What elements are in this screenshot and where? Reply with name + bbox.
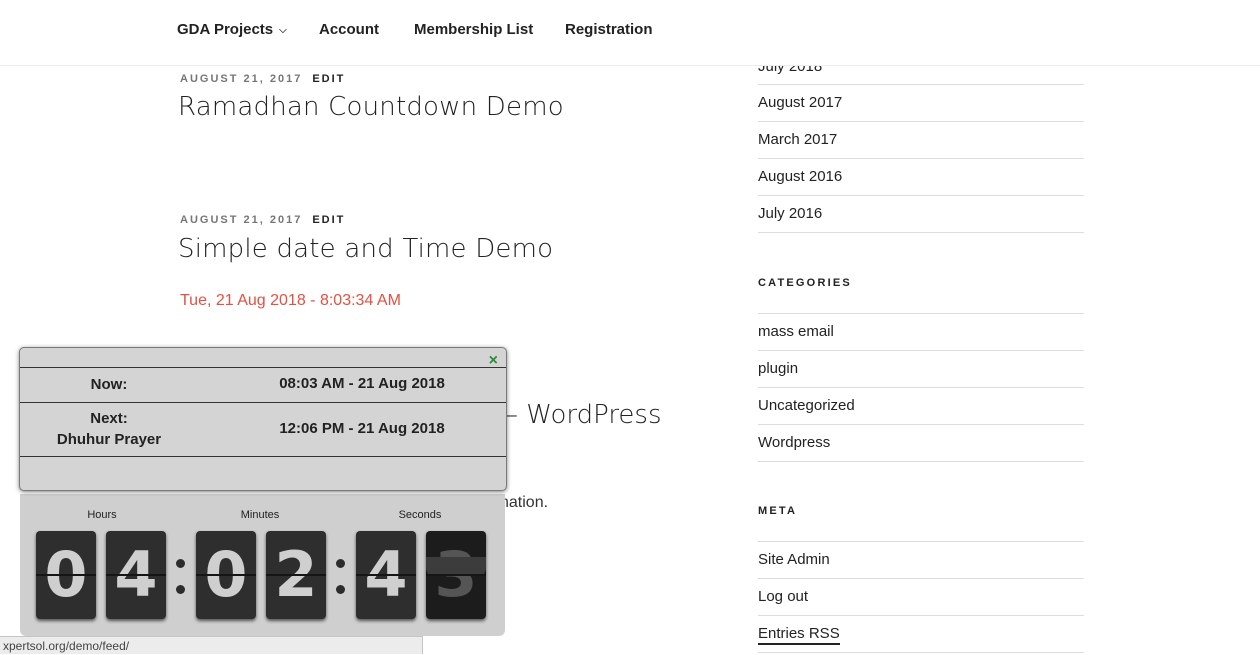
category-item[interactable]: Wordpress bbox=[758, 425, 1084, 462]
entries-rss-label: Entries RSS bbox=[758, 625, 840, 645]
flip-countdown: Hours Minutes Seconds 0 4 0 2 4 3 bbox=[20, 494, 505, 636]
category-item[interactable]: plugin bbox=[758, 351, 1084, 388]
now-row: Now: 08:03 AM - 21 Aug 2018 bbox=[20, 367, 506, 402]
categories-list: mass email plugin Uncategorized Wordpres… bbox=[758, 313, 1084, 462]
minutes-label: Minutes bbox=[240, 509, 280, 521]
next-label-text: Next: bbox=[90, 410, 128, 427]
category-item[interactable]: mass email bbox=[758, 314, 1084, 351]
colon-dot bbox=[176, 559, 185, 568]
minutes-ones-digit: 2 bbox=[266, 531, 326, 619]
chevron-down-icon: ⌵ bbox=[279, 25, 287, 36]
now-value: 08:03 AM - 21 Aug 2018 bbox=[279, 375, 445, 392]
archive-item[interactable]: July 2016 bbox=[758, 196, 1084, 233]
site-admin-link[interactable]: Site Admin bbox=[758, 542, 1084, 579]
next-row: Next: Dhuhur Prayer 12:06 PM - 21 Aug 20… bbox=[20, 402, 506, 457]
post-excerpt-partial: nation. bbox=[500, 494, 549, 511]
post-meta: AUGUST 21, 2017 EDIT bbox=[180, 214, 345, 226]
seconds-label: Seconds bbox=[398, 509, 442, 521]
colon-dot bbox=[336, 585, 345, 594]
flip-flap bbox=[426, 557, 486, 575]
post-title[interactable]: Simple date and Time Demo bbox=[178, 234, 553, 264]
now-label: Now: bbox=[90, 376, 128, 393]
colon-dot bbox=[176, 585, 185, 594]
nav-item-label: GDA Projects bbox=[177, 21, 274, 38]
minutes-tens-digit: 0 bbox=[196, 531, 256, 619]
nav-account[interactable]: Account bbox=[319, 21, 379, 38]
post-date[interactable]: AUGUST 21, 2017 bbox=[180, 214, 302, 226]
colon-dot bbox=[336, 559, 345, 568]
prayer-times-popup: × Now: 08:03 AM - 21 Aug 2018 Next: Dhuh… bbox=[19, 347, 507, 491]
post-meta: AUGUST 21, 2017 EDIT bbox=[180, 73, 345, 85]
empty-row bbox=[20, 456, 506, 490]
hours-tens-digit: 0 bbox=[36, 531, 96, 619]
hours-label: Hours bbox=[87, 509, 117, 521]
next-prayer-name: Dhuhur Prayer bbox=[56, 431, 162, 448]
meta-list: Site Admin Log out Entries RSS bbox=[758, 541, 1084, 653]
archives-list: July 2018 August 2017 March 2017 August … bbox=[758, 49, 1084, 233]
log-out-link[interactable]: Log out bbox=[758, 579, 1084, 616]
top-navigation: GDA Projects ⌵ Account Membership List Re… bbox=[0, 0, 1260, 66]
seconds-ones-value: 3 bbox=[434, 538, 478, 611]
current-datetime: Tue, 21 Aug 2018 - 8:03:34 AM bbox=[180, 292, 401, 309]
post-title[interactable]: Ramadhan Countdown Demo bbox=[178, 92, 564, 122]
entries-rss-link[interactable]: Entries RSS bbox=[758, 616, 1084, 653]
archive-item[interactable]: March 2017 bbox=[758, 122, 1084, 159]
post-title-partial[interactable]: – WordPress bbox=[505, 400, 662, 430]
status-bar-url: xpertsol.org/demo/feed/ bbox=[0, 636, 423, 654]
post-date[interactable]: AUGUST 21, 2017 bbox=[180, 73, 302, 85]
next-label: Next: Dhuhur Prayer bbox=[20, 408, 198, 450]
next-value: 12:06 PM - 21 Aug 2018 bbox=[279, 420, 445, 437]
archive-item[interactable]: August 2016 bbox=[758, 159, 1084, 196]
nav-membership-list[interactable]: Membership List bbox=[414, 21, 533, 38]
hours-ones-digit: 4 bbox=[106, 531, 166, 619]
seconds-tens-digit: 4 bbox=[356, 531, 416, 619]
nav-gda-projects[interactable]: GDA Projects ⌵ bbox=[177, 21, 287, 38]
edit-link[interactable]: EDIT bbox=[312, 214, 345, 226]
seconds-ones-digit: 3 bbox=[426, 531, 486, 619]
edit-link[interactable]: EDIT bbox=[312, 73, 345, 85]
nav-registration[interactable]: Registration bbox=[565, 21, 653, 38]
category-item[interactable]: Uncategorized bbox=[758, 388, 1084, 425]
categories-heading: CATEGORIES bbox=[758, 277, 852, 289]
meta-heading: META bbox=[758, 505, 798, 517]
archive-item[interactable]: August 2017 bbox=[758, 85, 1084, 122]
